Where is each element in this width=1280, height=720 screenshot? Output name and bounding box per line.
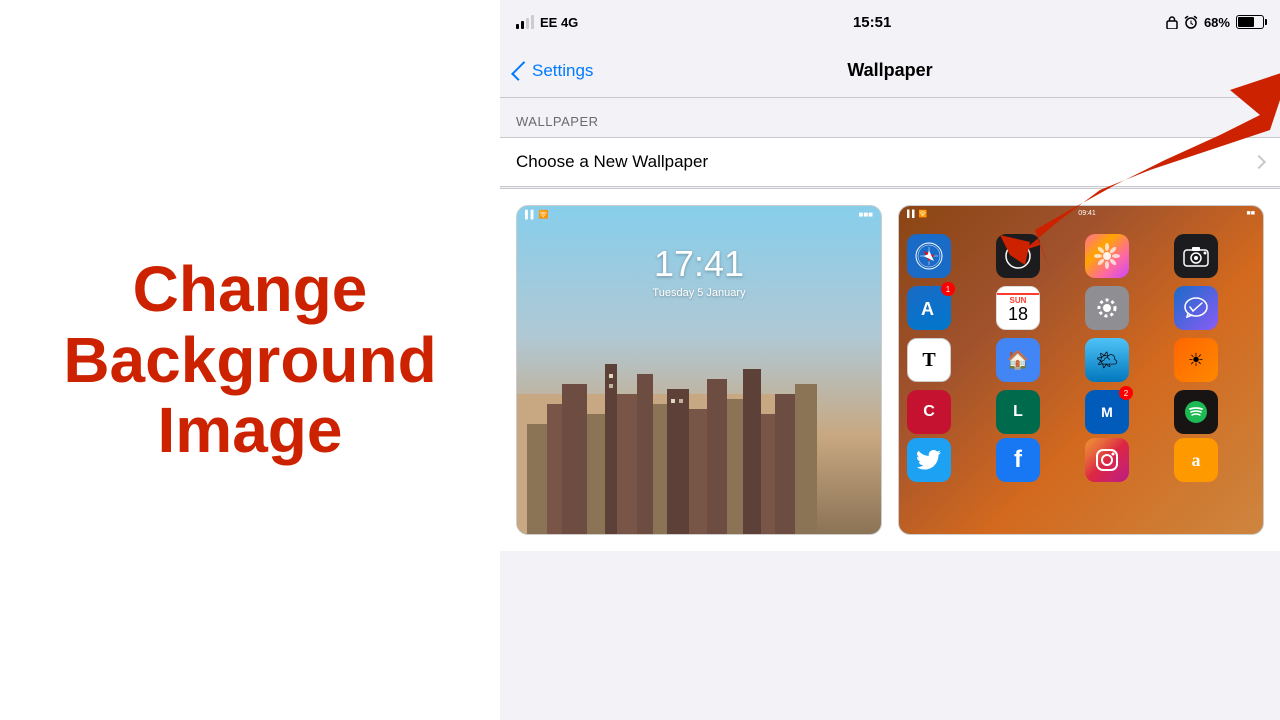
lock-preview-status: ▌▌ 🛜 ■■■ (517, 206, 881, 223)
signal-bar-3 (526, 18, 529, 29)
lock-preview-time: 17:41 (654, 243, 744, 285)
home-screen-preview[interactable]: ▌▌ 🛜 09:41 ■■ (898, 205, 1264, 535)
back-label: Settings (532, 61, 593, 81)
carrier-label: EE 4G (540, 15, 578, 30)
status-right: 68% (1166, 15, 1264, 30)
appstore-badge: 1 (941, 282, 955, 296)
app-icon-instagram[interactable] (1085, 438, 1129, 482)
app-icon-safari[interactable] (907, 234, 951, 278)
signal-bars (516, 15, 534, 29)
back-button[interactable]: Settings (516, 61, 593, 81)
iphone-screen: EE 4G 15:51 68% (500, 0, 1280, 720)
app-icon-capitalone[interactable]: C (907, 390, 951, 434)
app-icon-weather[interactable]: 🌤 (1085, 338, 1129, 382)
title-line1: Change (133, 253, 368, 325)
choose-wallpaper-label: Choose a New Wallpaper (516, 152, 708, 172)
lock-icon (1166, 15, 1178, 29)
app-icon-photos[interactable] (1085, 234, 1129, 278)
status-time: 15:51 (853, 14, 891, 31)
wallpaper-previews: ▌▌ 🛜 ■■■ 17:41 Tuesday 5 January (500, 188, 1280, 551)
choose-wallpaper-row[interactable]: Choose a New Wallpaper (500, 137, 1280, 187)
app-icon-settings[interactable] (1085, 286, 1129, 330)
lock-preview-date: Tuesday 5 January (652, 287, 745, 299)
city-skyline-graphic (517, 334, 817, 534)
back-chevron-icon (511, 61, 531, 81)
lock-screen-preview[interactable]: ▌▌ 🛜 ■■■ 17:41 Tuesday 5 January (516, 205, 882, 535)
status-left: EE 4G (516, 15, 578, 30)
content-area: WALLPAPER Choose a New Wallpaper ▌▌ 🛜 ■■… (500, 98, 1280, 551)
nav-title: Wallpaper (847, 60, 932, 81)
battery-icon (1236, 15, 1264, 29)
app-icon-lloyds[interactable]: L (996, 390, 1040, 434)
status-bar: EE 4G 15:51 68% (500, 0, 1280, 44)
home-icons-row5: f a (899, 438, 1263, 490)
tutorial-title: Change Background Image (63, 254, 436, 465)
app-icon-camera[interactable] (1174, 234, 1218, 278)
app-icon-twitter[interactable] (907, 438, 951, 482)
home-preview-status: ▌▌ 🛜 09:41 ■■ (899, 206, 1263, 222)
app-icon-clock[interactable] (996, 234, 1040, 278)
battery-percent: 68% (1204, 15, 1230, 30)
app-icon-amazon[interactable]: a (1174, 438, 1218, 482)
app-icon-appstore[interactable]: 1 A (907, 286, 951, 330)
svg-text:A: A (921, 299, 934, 319)
home-icons-grid: 1 A SUN 18 (899, 226, 1263, 442)
app-icon-nytimes[interactable]: T (907, 338, 951, 382)
nav-bar: Settings Wallpaper (500, 44, 1280, 98)
wallpaper-section-header: WALLPAPER (500, 98, 1280, 137)
chevron-right-icon (1252, 155, 1266, 169)
app-icon-accuweather[interactable]: ☀ (1174, 338, 1218, 382)
lock-battery: ■■■ (859, 210, 874, 219)
app-icon-spotify[interactable] (1174, 390, 1218, 434)
app-icon-calendar[interactable]: SUN 18 (996, 286, 1040, 330)
alarm-icon (1184, 15, 1198, 29)
title-line2: Background (63, 324, 436, 396)
app-icon-myfitnesspal[interactable]: 2 M (1085, 390, 1129, 434)
app-icon-googlehome[interactable]: 🏠 (996, 338, 1040, 382)
signal-bar-1 (516, 24, 519, 29)
app-icon-messenger[interactable] (1174, 286, 1218, 330)
signal-bar-4 (531, 15, 534, 29)
lock-signal: ▌▌ 🛜 (525, 210, 549, 219)
signal-bar-2 (521, 21, 524, 29)
title-line3: Image (158, 394, 343, 466)
left-panel: Change Background Image (0, 0, 500, 720)
myfitnesspal-badge: 2 (1119, 386, 1133, 400)
app-icon-facebook[interactable]: f (996, 438, 1040, 482)
